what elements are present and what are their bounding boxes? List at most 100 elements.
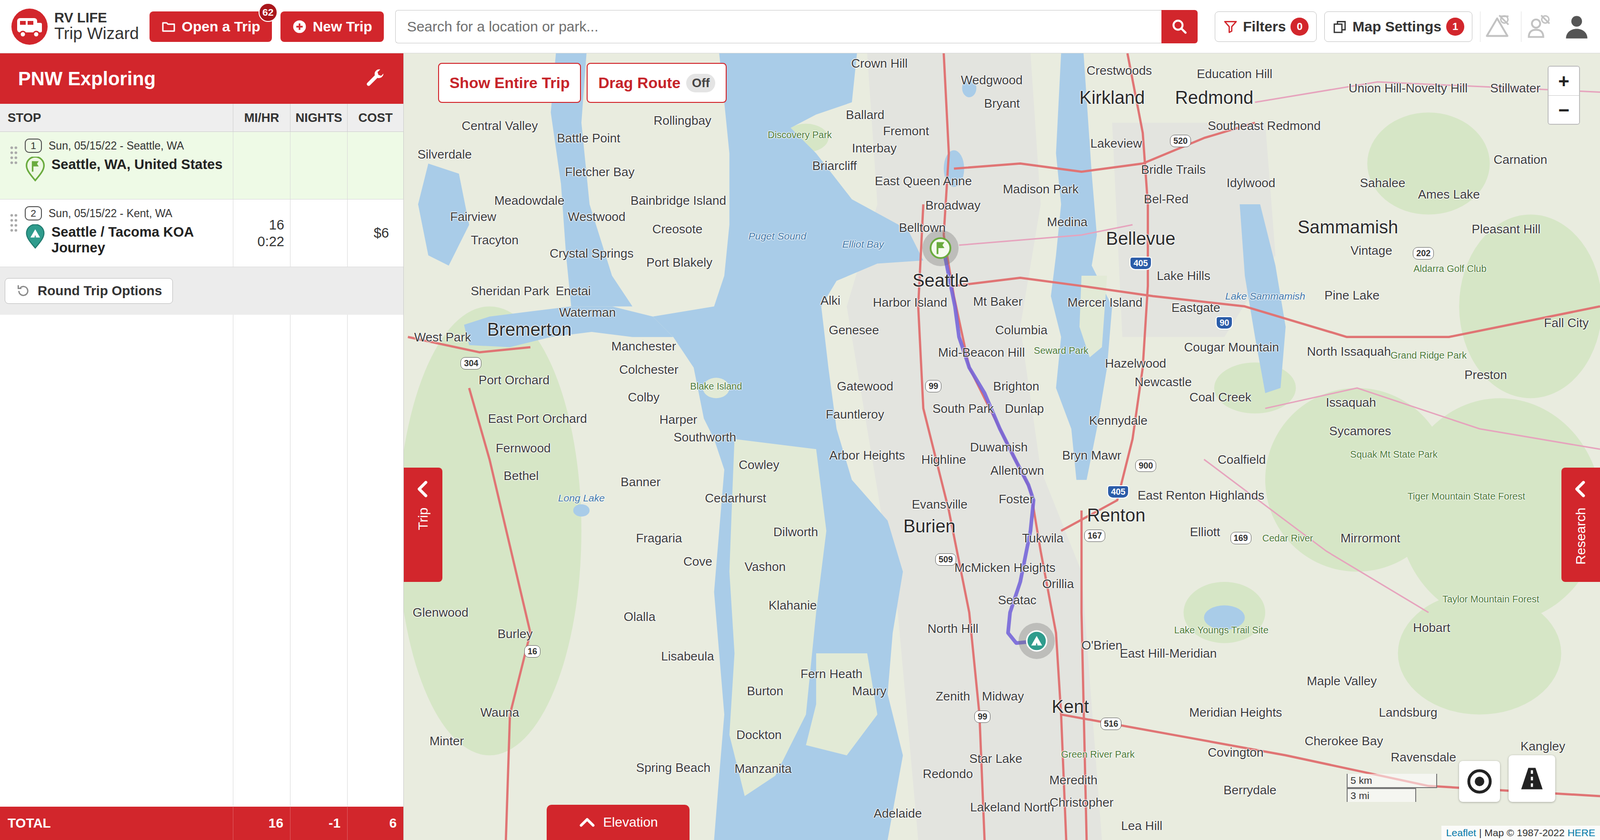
empty-column [290, 314, 348, 807]
place-label: Glenwood [412, 605, 469, 620]
place-label: Bryant [983, 96, 1020, 111]
place-label: Columbia [995, 322, 1048, 337]
drag-handle-icon[interactable] [9, 212, 19, 233]
place-label: Midway [981, 689, 1024, 704]
place-label: Enetai [555, 284, 591, 299]
place-label: Union Hill-Novelty Hill [1348, 81, 1468, 96]
stop-row[interactable]: 2Sun, 05/15/22 - Kent, WASeattle / Tacom… [0, 199, 404, 268]
place-label: Creosote [652, 221, 703, 236]
map-tiles[interactable] [403, 53, 1600, 840]
search-button[interactable] [1161, 10, 1198, 44]
round-trip-button[interactable]: Round Trip Options [4, 278, 173, 304]
place-label: Adelaide [873, 806, 922, 821]
zoom-in-button[interactable]: + [1548, 66, 1580, 96]
map-settings-button[interactable]: Map Settings1 [1324, 11, 1473, 42]
place-label: Highline [921, 452, 967, 467]
column-header: STOP [0, 103, 233, 132]
place-label: Cowley [738, 457, 780, 472]
trip-title[interactable]: PNW Exploring [18, 68, 156, 90]
place-label: Coalfield [1217, 452, 1266, 467]
overlay-toggle[interactable] [1520, 11, 1555, 42]
place-label: Education Hill [1196, 67, 1273, 81]
chevron-left-icon [1570, 479, 1591, 500]
research-side-tab[interactable]: Research [1561, 467, 1600, 582]
filters-button[interactable]: Filters0 [1214, 11, 1317, 42]
place-label: Maury [851, 684, 887, 699]
place-label: Fremont [882, 124, 930, 139]
brand-product: Trip Wizard [54, 24, 140, 42]
park-label: Aldarra Golf Club [1413, 263, 1487, 274]
highway-shield: 405 [1129, 256, 1152, 270]
place-label: Carnation [1493, 152, 1548, 167]
open-trip-button[interactable]: Open a Trip62 [149, 11, 272, 42]
trip-side-tab[interactable]: Trip [403, 467, 443, 582]
city-label: Seattle [912, 270, 969, 291]
filters-count-badge: 0 [1290, 17, 1309, 36]
place-label: Bel-Red [1143, 192, 1189, 207]
place-label: Zenith [935, 689, 970, 704]
place-label: Lakeview [1090, 136, 1142, 150]
highway-shield: 509 [935, 553, 957, 566]
place-label: Central Valley [461, 119, 538, 133]
place-label: Bainbridge Island [630, 193, 727, 208]
locate-button[interactable] [1459, 760, 1500, 802]
cost-cell: $6 [347, 199, 404, 267]
right-tools: Filters0Map Settings1 [1214, 11, 1592, 42]
stop-drive-time: 0:22 [257, 233, 285, 250]
city-label: Sammamish [1297, 217, 1399, 238]
route-line[interactable] [943, 250, 1037, 644]
place-label: Cherokee Bay [1304, 734, 1384, 749]
brand-logo[interactable]: RV LIFETrip Wizard [10, 7, 140, 46]
leaflet-link[interactable]: Leaflet [1446, 827, 1477, 839]
distance-cell: 160:22 [232, 199, 290, 267]
place-label: South Park [932, 401, 994, 416]
provider-link[interactable]: HERE [1567, 827, 1596, 839]
zoom-out-button[interactable]: − [1548, 95, 1580, 124]
stop-name: Seattle / Tacoma KOA Journey [51, 224, 228, 257]
wrench-icon[interactable] [364, 67, 387, 90]
place-label: Cedarhurst [704, 491, 767, 506]
map[interactable]: Puget SoundElliot BayLake SammamishLong … [403, 53, 1600, 840]
stop-row[interactable]: 1Sun, 05/15/22 - Seattle, WASeattle, WA,… [0, 131, 404, 200]
overlay-toggle[interactable] [1480, 11, 1514, 42]
filters-label: Filters [1242, 18, 1286, 35]
place-label: Pine Lake [1324, 288, 1380, 303]
place-label: Maple Valley [1306, 673, 1377, 688]
place-label: Kennydale [1089, 413, 1148, 428]
highways [408, 53, 1600, 840]
show-entire-trip-button[interactable]: Show Entire Trip [438, 62, 581, 103]
place-label: Westwood [568, 210, 626, 224]
new-trip-button[interactable]: New Trip [280, 11, 384, 42]
drag-route-toggle[interactable]: Drag RouteOff [586, 62, 727, 103]
place-label: Colchester [619, 362, 679, 377]
place-label: Meadowdale [494, 193, 565, 208]
place-label: Mercer Island [1067, 295, 1143, 310]
place-label: Lakeland North [970, 800, 1054, 815]
stop-date: Sun, 05/15/22 - Kent, WA [48, 207, 173, 220]
table-filler [0, 314, 404, 807]
search-input[interactable] [395, 10, 1162, 44]
road-view-button[interactable] [1508, 755, 1556, 802]
map-attribution: Leaflet| Map © 1987-2022HERE [1441, 825, 1600, 840]
stop-date: Sun, 05/15/22 - Seattle, WA [48, 139, 184, 153]
brand-text: RV LIFETrip Wizard [54, 10, 140, 42]
column-header: COST [347, 103, 404, 132]
map-labels: Puget SoundElliot BayLake SammamishLong … [403, 53, 1600, 840]
place-label: Bridle Trails [1140, 162, 1206, 177]
stop-details: 1Sun, 05/15/22 - Seattle, WASeattle, WA,… [24, 138, 223, 182]
stop-marker[interactable] [1018, 622, 1055, 660]
place-label: Allentown [990, 463, 1045, 478]
place-label: Newcastle [1134, 375, 1192, 390]
city-label: Burien [903, 516, 956, 537]
place-label: Sheridan Park [470, 284, 550, 299]
account-button[interactable] [1561, 13, 1592, 40]
place-label: Harbor Island [872, 295, 948, 310]
folder-icon [160, 19, 177, 35]
stop-marker[interactable] [922, 230, 959, 267]
total-nights: -1 [290, 806, 348, 840]
park-label: Cedar River [1262, 532, 1314, 544]
drag-handle-icon[interactable] [9, 145, 19, 166]
elevation-tab[interactable]: Elevation [546, 804, 690, 840]
place-label: Fauntleroy [825, 407, 885, 422]
distance-cell [232, 131, 290, 200]
